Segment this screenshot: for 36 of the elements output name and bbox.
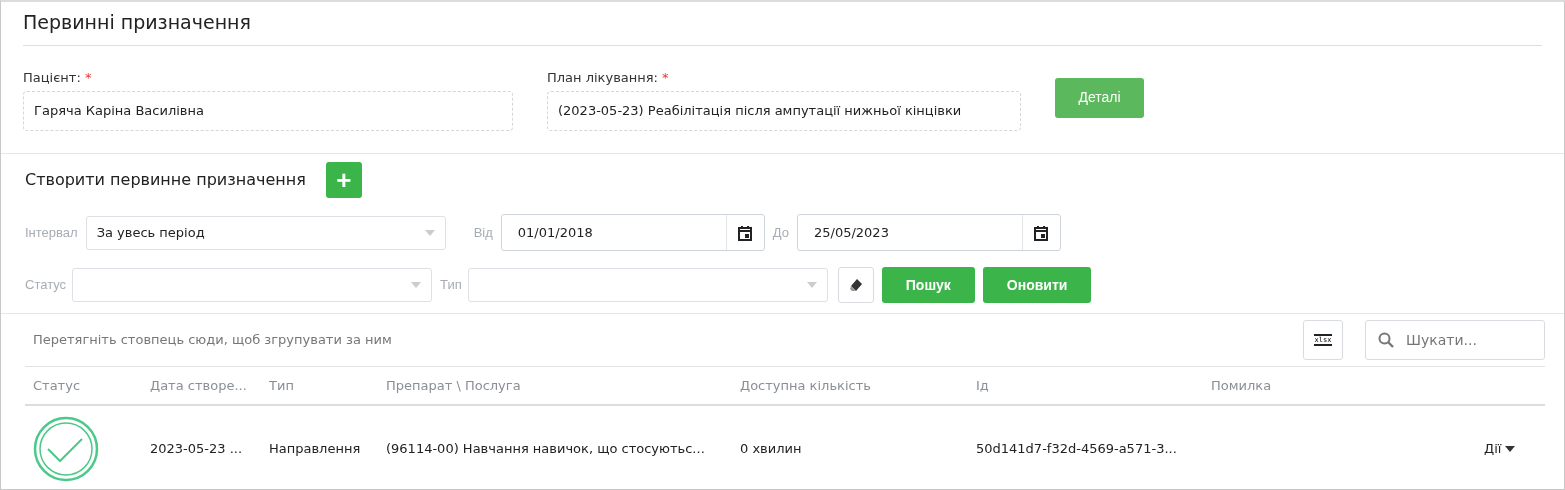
- type-select[interactable]: [467, 268, 828, 302]
- calendar-icon: [1033, 224, 1050, 241]
- eraser-icon: [847, 277, 864, 293]
- page-title: Первинні призначення: [23, 2, 1542, 46]
- filter-label: Статус: [25, 276, 67, 295]
- column-header: Препарат \ Послуга: [385, 376, 522, 395]
- clear-button[interactable]: [837, 267, 874, 303]
- filter-label: Тип: [440, 276, 462, 295]
- calendar-icon: [737, 224, 754, 241]
- field-label: Пацієнт: *: [23, 68, 93, 87]
- table-cell: 0 хвилин: [740, 441, 802, 457]
- table-cell: 2023-05-23 ...: [150, 441, 243, 457]
- search-icon: [1378, 332, 1394, 348]
- section-title: Створити первинне призначення: [25, 169, 306, 191]
- table-cell: (96114-00) Навчання навичок, що стосуютьс...: [386, 441, 705, 457]
- column-header: Ід: [975, 376, 990, 395]
- filter-label: До: [772, 223, 789, 242]
- filter-label: Від: [473, 223, 493, 242]
- actions-dropdown[interactable]: Дії: [1483, 438, 1517, 460]
- patient-field: Гаряча Каріна Василівна: [23, 91, 513, 131]
- column-header: Тип: [268, 376, 295, 395]
- date-field[interactable]: 25/05/2023: [797, 214, 1061, 251]
- column-header: Доступна кількість: [739, 376, 872, 395]
- status-select[interactable]: [72, 268, 433, 302]
- column-header: Помилка: [1210, 376, 1273, 395]
- field-label: План лікування: *: [547, 68, 670, 87]
- date-field[interactable]: 01/01/2018: [500, 214, 765, 251]
- interval-select[interactable]: За увесь період: [85, 215, 446, 250]
- table-cell: Направлення: [269, 441, 361, 457]
- treatment-plan-field: (2023-05-23) Реабілітація після ампутації нижньої кінцівки: [547, 91, 1021, 131]
- search-field[interactable]: Шукати...: [1365, 320, 1545, 360]
- table-cell: 50d141d7-f32d-4569-a571-3...: [976, 441, 1177, 457]
- group-hint: Перетягніть стовпець сюди, щоб згрупувати за ним: [33, 331, 393, 350]
- column-header: Дата створе...: [149, 376, 248, 395]
- filter-label: Інтервал: [25, 223, 78, 242]
- column-header: Статус: [32, 376, 82, 395]
